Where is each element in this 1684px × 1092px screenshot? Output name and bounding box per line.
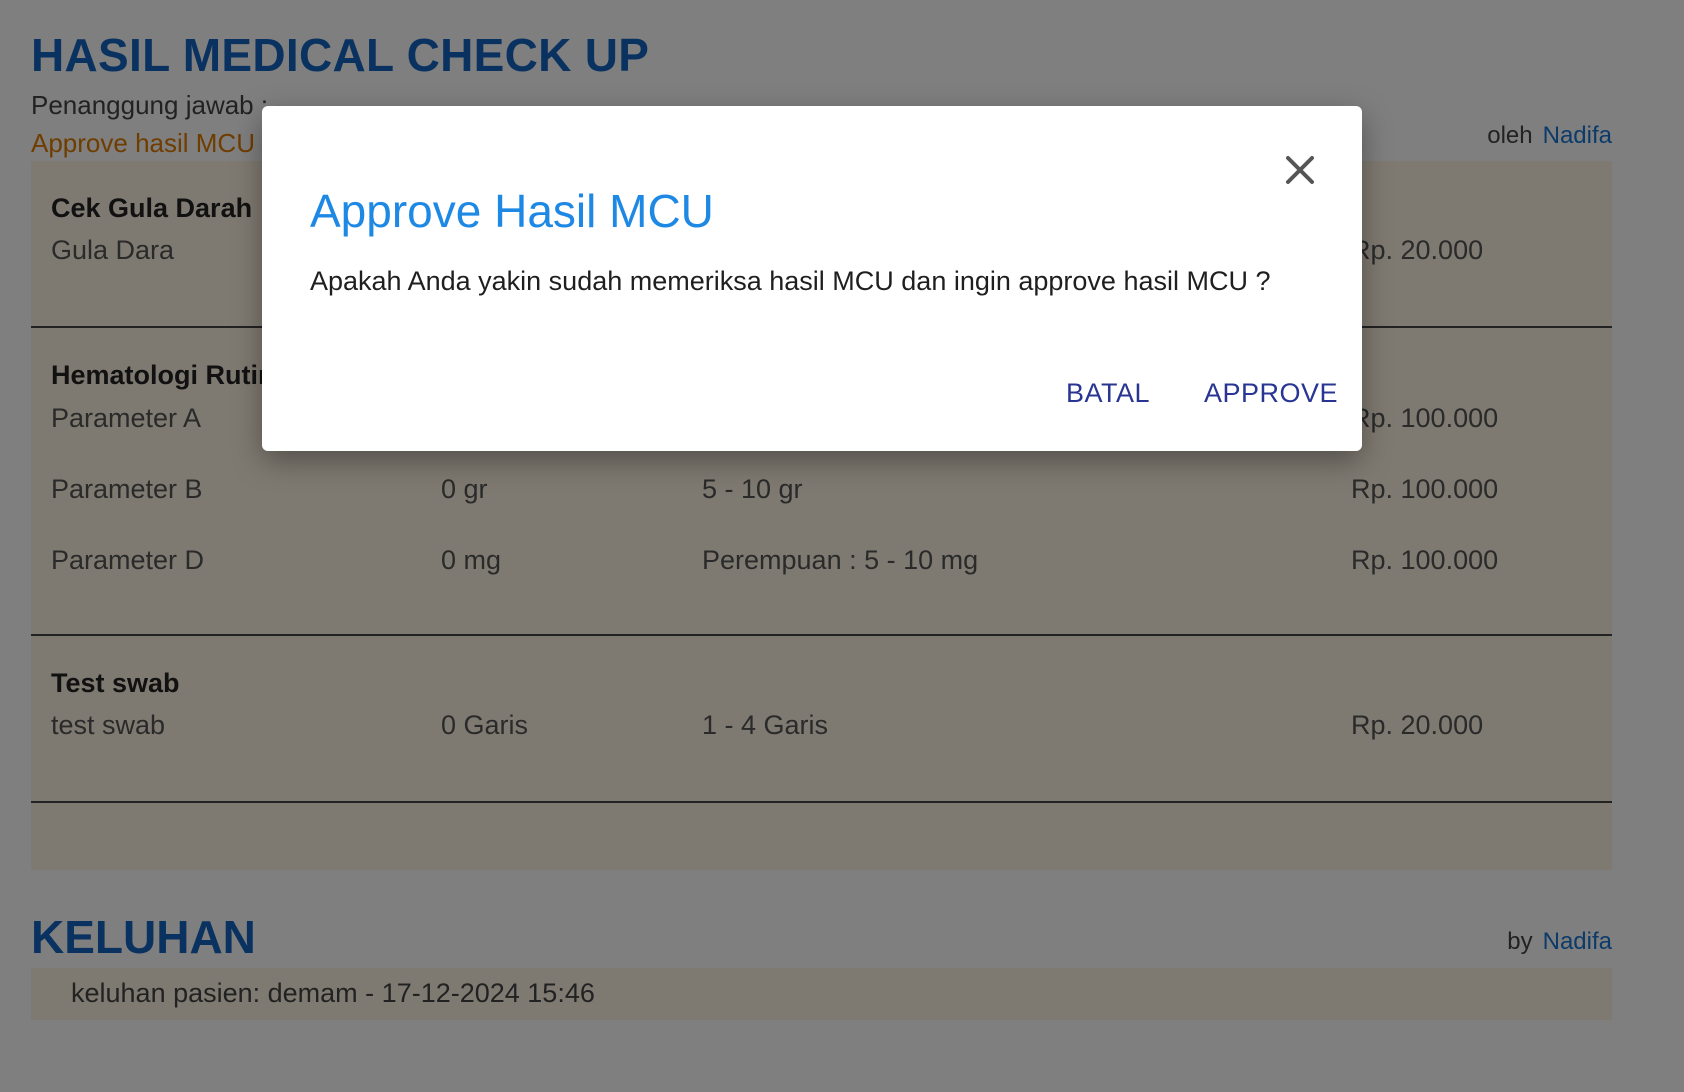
close-icon[interactable]	[1282, 152, 1318, 188]
approve-button[interactable]: APPROVE	[1204, 378, 1338, 409]
dialog-title: Approve Hasil MCU	[310, 185, 714, 237]
approve-dialog: Approve Hasil MCU Apakah Anda yakin suda…	[262, 106, 1362, 451]
cancel-button[interactable]: BATAL	[1066, 378, 1150, 409]
dialog-message: Apakah Anda yakin sudah memeriksa hasil …	[310, 266, 1271, 296]
